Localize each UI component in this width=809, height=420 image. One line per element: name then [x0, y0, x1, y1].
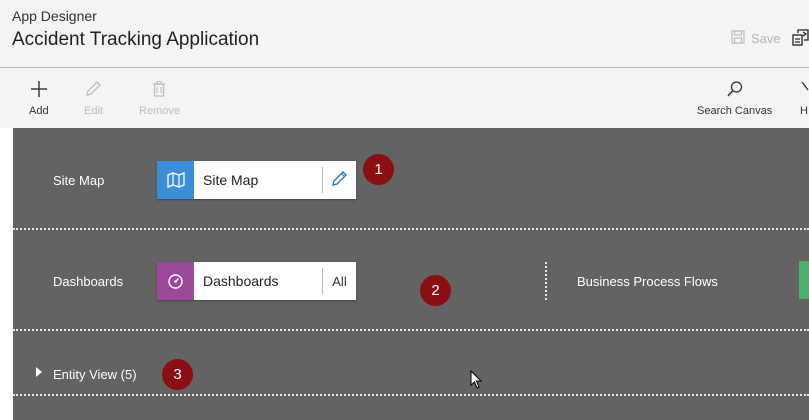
- remove-button[interactable]: Remove: [139, 80, 180, 117]
- column-divider: [545, 262, 547, 300]
- site-map-tile[interactable]: Site Map: [157, 161, 356, 199]
- search-icon: [726, 80, 744, 101]
- callout-badge-1: 1: [363, 154, 394, 185]
- search-canvas-label: Search Canvas: [697, 105, 773, 117]
- save-label: Save: [751, 31, 781, 46]
- remove-label: Remove: [139, 105, 180, 117]
- pencil-icon: [84, 80, 102, 101]
- callout-badge-3: 3: [162, 359, 193, 390]
- trash-icon: [150, 80, 168, 101]
- plus-icon: [30, 80, 48, 101]
- dashboards-all-button[interactable]: All: [323, 262, 356, 300]
- save-icon: [731, 30, 745, 47]
- edit-button[interactable]: Edit: [84, 80, 103, 117]
- app-header: App Designer Accident Tracking Applicati…: [0, 0, 809, 68]
- row-divider: [13, 394, 809, 396]
- dashboards-tile[interactable]: Dashboards All: [157, 262, 356, 300]
- mouse-pointer-icon: [470, 369, 483, 394]
- entity-view-toggle[interactable]: Entity View (5): [35, 365, 137, 383]
- row-divider: [13, 228, 809, 230]
- gauge-icon: [157, 262, 194, 300]
- site-map-row-label: Site Map: [53, 173, 105, 188]
- business-process-flows-label: Business Process Flows: [577, 274, 718, 289]
- partial-command-label: H: [800, 105, 808, 117]
- command-bar: Add Edit Remove Search Canvas H: [0, 68, 809, 128]
- edit-site-map-button[interactable]: [323, 161, 356, 199]
- save-button[interactable]: Save: [731, 30, 781, 47]
- partial-command-button[interactable]: H: [800, 80, 809, 117]
- designer-canvas: Site Map Site Map 1 Dashboards Dashboard…: [13, 128, 809, 420]
- app-designer-label: App Designer: [12, 8, 97, 24]
- add-button[interactable]: Add: [29, 80, 49, 117]
- edit-label: Edit: [84, 105, 103, 117]
- publish-icon[interactable]: [792, 29, 809, 52]
- row-divider: [13, 329, 809, 331]
- add-label: Add: [29, 105, 49, 117]
- site-map-tile-label: Site Map: [203, 172, 259, 188]
- map-icon: [157, 161, 194, 199]
- pencil-icon: [331, 170, 348, 190]
- entity-view-label: Entity View (5): [53, 366, 137, 382]
- business-process-flow-tile[interactable]: [799, 261, 809, 299]
- page-title: Accident Tracking Application: [12, 29, 260, 50]
- dashboards-row-label: Dashboards: [53, 274, 124, 289]
- search-canvas-button[interactable]: Search Canvas: [697, 80, 772, 117]
- dashboards-tile-label: Dashboards: [203, 273, 279, 289]
- caret-right-icon: [35, 365, 43, 383]
- callout-badge-2: 2: [420, 275, 451, 306]
- partial-icon: [800, 80, 809, 101]
